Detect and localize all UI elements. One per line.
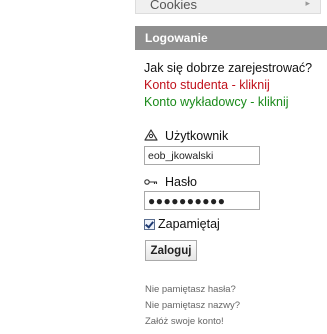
login-section-title: Logowanie	[145, 31, 208, 45]
remember-checkbox[interactable]	[144, 219, 155, 230]
key-icon	[144, 175, 158, 187]
lecturer-account-link[interactable]: Konto wykładowcy - kliknij	[144, 95, 289, 109]
forgot-password-link[interactable]: Nie pamiętasz hasła?	[145, 284, 236, 295]
remember-label: Zapamiętaj	[158, 217, 220, 231]
password-input[interactable]	[144, 191, 260, 210]
username-input[interactable]	[144, 146, 260, 165]
create-account-link[interactable]: Załóż swoje konto!	[145, 316, 224, 327]
menu-item-cookies[interactable]: Cookies ▸	[135, 0, 321, 14]
student-account-link[interactable]: Konto studenta - kliknij	[144, 78, 270, 92]
password-label-text: Hasło	[165, 175, 197, 189]
login-sidebar: Cookies ▸ Logowanie Jak się dobrze zarej…	[135, 0, 327, 334]
username-label: Użytkownik	[144, 129, 228, 143]
username-label-text: Użytkownik	[165, 129, 229, 143]
user-icon	[144, 129, 158, 141]
register-question: Jak się dobrze zarejestrować?	[144, 61, 313, 75]
remember-me[interactable]: Zapamiętaj	[144, 217, 220, 231]
password-label: Hasło	[144, 175, 197, 189]
login-button[interactable]: Zaloguj	[145, 240, 197, 261]
page: Cookies ▸ Logowanie Jak się dobrze zarej…	[0, 0, 327, 334]
login-section-header: Logowanie	[135, 26, 327, 50]
forgot-username-link[interactable]: Nie pamiętasz nazwy?	[145, 300, 240, 311]
menu-item-label: Cookies	[150, 0, 197, 12]
chevron-right-icon: ▸	[305, 0, 310, 8]
